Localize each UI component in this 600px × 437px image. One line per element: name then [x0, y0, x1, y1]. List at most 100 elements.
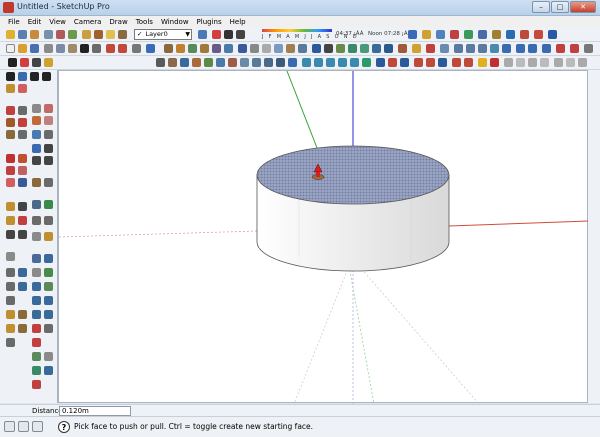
- offset-tool-icon[interactable]: [252, 58, 261, 67]
- section-icon[interactable]: [422, 30, 431, 39]
- triangle-icon[interactable]: [32, 366, 41, 375]
- stamp-tool-icon[interactable]: [44, 216, 53, 225]
- credits-icon[interactable]: [18, 421, 29, 432]
- protractor-icon[interactable]: [492, 30, 501, 39]
- bevel-icon[interactable]: [44, 310, 53, 319]
- round-icon[interactable]: [32, 310, 41, 319]
- flip-edge-tool-icon[interactable]: [32, 232, 41, 241]
- glue-icon[interactable]: [18, 324, 27, 333]
- arc-tool-icon[interactable]: [18, 118, 27, 127]
- undo-icon[interactable]: [520, 30, 529, 39]
- camera-iso-icon[interactable]: [302, 58, 311, 67]
- follow-me-large-icon[interactable]: [32, 116, 41, 125]
- footprints-icon[interactable]: [42, 72, 51, 81]
- previous-view-icon[interactable]: [44, 178, 53, 187]
- geo-status-icon[interactable]: [4, 421, 15, 432]
- copy-icon[interactable]: [56, 44, 65, 53]
- maximize-button[interactable]: □: [551, 1, 569, 13]
- axes-tool-icon[interactable]: [6, 178, 15, 187]
- layer-manager-icon[interactable]: [198, 30, 207, 39]
- camera-right-icon[interactable]: [338, 58, 347, 67]
- sandbox-icon[interactable]: [408, 30, 417, 39]
- zoom-large-icon[interactable]: [32, 156, 41, 165]
- scale-icon[interactable]: [440, 44, 449, 53]
- polygon-icon[interactable]: [204, 58, 213, 67]
- menu-help[interactable]: Help: [230, 18, 246, 26]
- 3d-text-tool-icon[interactable]: [18, 178, 27, 187]
- hidden-mode-icon[interactable]: [414, 58, 423, 67]
- menu-tools[interactable]: Tools: [136, 18, 153, 26]
- right-view-icon[interactable]: [200, 44, 209, 53]
- paste-icon[interactable]: [68, 44, 77, 53]
- menu-plugins[interactable]: Plugins: [197, 18, 222, 26]
- join-icon[interactable]: [6, 268, 15, 277]
- pan-large-icon[interactable]: [44, 144, 53, 153]
- push-pull-large-icon[interactable]: [44, 104, 53, 113]
- text-tool-icon[interactable]: [18, 166, 27, 175]
- subdivide-icon[interactable]: [6, 296, 15, 305]
- camera-top-icon[interactable]: [314, 58, 323, 67]
- look-around-icon[interactable]: [464, 30, 473, 39]
- position-camera-tool-icon[interactable]: [6, 202, 15, 211]
- 3d-text-icon[interactable]: [502, 44, 511, 53]
- tape-icon[interactable]: [478, 44, 487, 53]
- mono-mode-icon[interactable]: [452, 58, 461, 67]
- menu-file[interactable]: File: [8, 18, 20, 26]
- wireframe-icon[interactable]: [250, 44, 259, 53]
- camera-front-icon[interactable]: [326, 58, 335, 67]
- shadow-toggle-icon[interactable]: [212, 30, 221, 39]
- fillet-icon[interactable]: [32, 296, 41, 305]
- layer-select[interactable]: ✓ Layer0 ▼: [134, 29, 192, 40]
- split-icon[interactable]: [18, 268, 27, 277]
- orbit-large-icon[interactable]: [32, 144, 41, 153]
- dimension-tool-icon[interactable]: [18, 154, 27, 163]
- protractor-tool-icon[interactable]: [6, 166, 15, 175]
- left-view-icon[interactable]: [224, 44, 233, 53]
- drop-icon[interactable]: [6, 324, 15, 333]
- paint-bucket-icon[interactable]: [156, 58, 165, 67]
- circle-icon[interactable]: [192, 58, 201, 67]
- sandbox-scratch-icon[interactable]: [516, 44, 525, 53]
- shadow-settings-icon[interactable]: [236, 30, 245, 39]
- open-icon[interactable]: [18, 44, 27, 53]
- back-view-icon[interactable]: [212, 44, 221, 53]
- extrude-icon[interactable]: [32, 268, 41, 277]
- close-button[interactable]: ✕: [570, 1, 596, 13]
- minimize-button[interactable]: –: [532, 1, 550, 13]
- shape-icon[interactable]: [44, 366, 53, 375]
- walk-icon[interactable]: [436, 30, 445, 39]
- pan-icon[interactable]: [56, 30, 65, 39]
- vcb-value-field[interactable]: 0.120m: [59, 406, 131, 416]
- polygon-tool-icon[interactable]: [6, 130, 15, 139]
- scale-tool-icon[interactable]: [264, 58, 273, 67]
- add-location-icon[interactable]: [528, 58, 537, 67]
- sketch-line-icon[interactable]: [32, 352, 41, 361]
- geo-tool-icon[interactable]: [44, 232, 53, 241]
- section-plane-tool-icon[interactable]: [44, 200, 53, 209]
- scale-large-icon[interactable]: [44, 130, 53, 139]
- circle-tool-icon[interactable]: [6, 118, 15, 127]
- drape-icon[interactable]: [556, 44, 565, 53]
- menu-edit[interactable]: Edit: [28, 18, 42, 26]
- erase-icon[interactable]: [92, 44, 101, 53]
- text-icon[interactable]: [490, 44, 499, 53]
- push-pull-icon[interactable]: [20, 58, 29, 67]
- select-icon[interactable]: [6, 30, 15, 39]
- preview-google-earth-icon[interactable]: [554, 58, 563, 67]
- top-view-icon[interactable]: [176, 44, 185, 53]
- move-icon[interactable]: [466, 44, 475, 53]
- label-icon[interactable]: [6, 338, 15, 347]
- share-model-icon[interactable]: [566, 58, 575, 67]
- bezier-icon[interactable]: [32, 254, 41, 263]
- zoom-icon[interactable]: [68, 30, 77, 39]
- menu-camera[interactable]: Camera: [74, 18, 101, 26]
- rotate-icon[interactable]: [454, 44, 463, 53]
- stop-icon[interactable]: [490, 58, 499, 67]
- select-tool-icon[interactable]: [6, 72, 15, 81]
- make-component-icon[interactable]: [18, 72, 27, 81]
- offset-large-icon[interactable]: [44, 116, 53, 125]
- rectangle-icon[interactable]: [180, 58, 189, 67]
- sandbox-tool-icon[interactable]: [6, 216, 15, 225]
- arc-curve-icon[interactable]: [32, 324, 41, 333]
- subtract-icon[interactable]: [384, 44, 393, 53]
